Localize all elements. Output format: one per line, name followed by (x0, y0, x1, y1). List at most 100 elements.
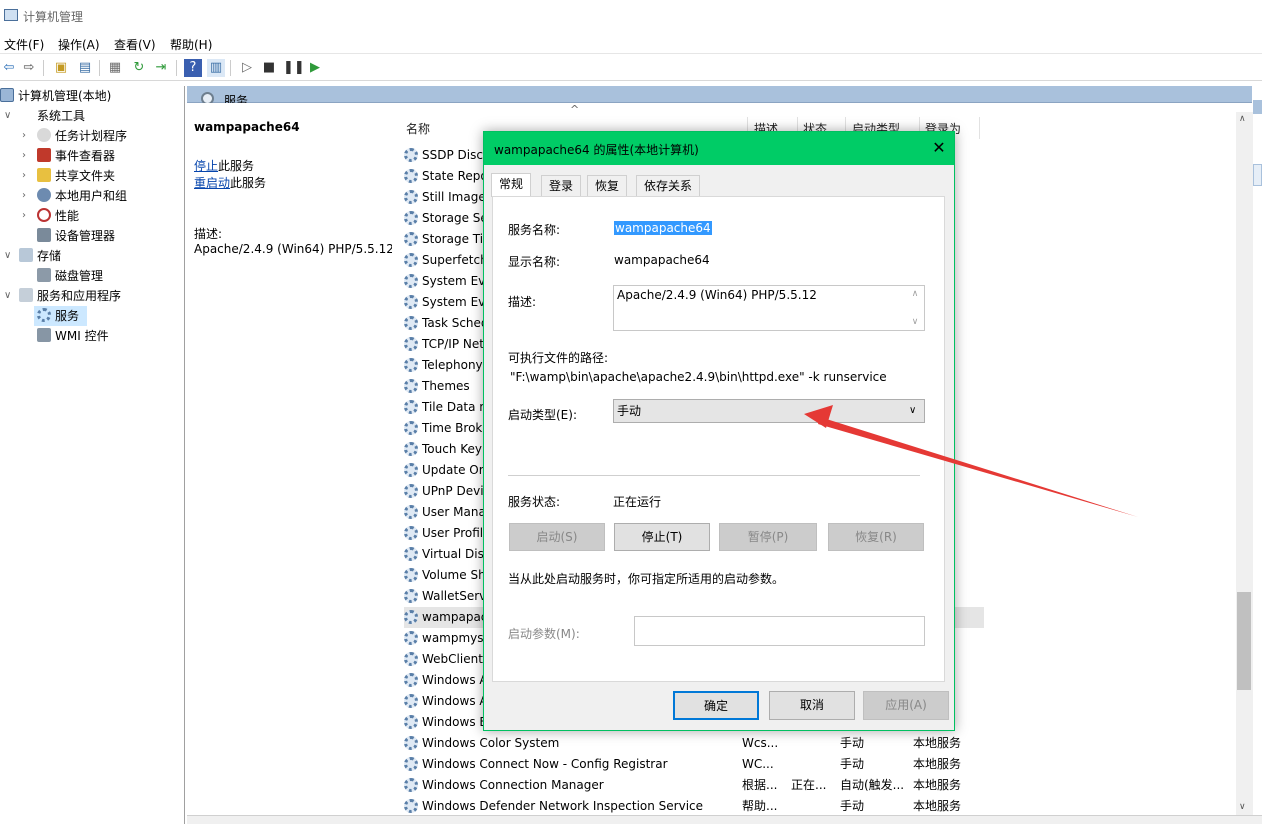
service-name: Volume Sh (422, 568, 486, 582)
service-name: State Repo (422, 169, 488, 183)
service-name: Tile Data m (422, 400, 491, 414)
table-row[interactable]: Windows Connection Manager 根据... 正在... 自动(触… (404, 775, 984, 796)
description-label: 描述: (508, 295, 537, 309)
tree-item-disk-management[interactable]: 磁盘管理 (0, 266, 103, 286)
scroll-up-icon[interactable]: ∧ (1239, 114, 1246, 124)
gear-icon (404, 778, 418, 792)
startup-type-select[interactable]: 手动 ∨ (613, 399, 925, 423)
service-name: Time Brok (422, 421, 483, 435)
tab-logon[interactable]: 登录 (541, 175, 582, 197)
stop-service-link[interactable]: 停止 (194, 159, 218, 173)
tree-item-performance[interactable]: › 性能 (0, 206, 79, 226)
start-params-input[interactable] (634, 616, 925, 646)
hint-text: 当从此处启动服务时，你可指定所适用的启动参数。 (508, 572, 785, 586)
table-row[interactable]: Windows Color System Wcs... 手动 本地服务 (404, 733, 984, 754)
tree-item-services-apps[interactable]: ∨ 服务和应用程序 (0, 286, 121, 306)
tree-item-shared-folders[interactable]: › 共享文件夹 (0, 166, 115, 186)
collapse-arrow-icon[interactable]: › (22, 206, 32, 226)
display-name-value[interactable]: wampapache64 (614, 253, 710, 267)
stop-button[interactable]: 停止(T) (614, 523, 710, 551)
service-name: Telephony (422, 358, 483, 372)
expand-arrow-icon[interactable]: ∨ (4, 246, 14, 266)
refresh-icon[interactable]: ↻ (130, 59, 148, 77)
path-value[interactable]: "F:\wamp\bin\apache\apache2.4.9\bin\http… (510, 370, 887, 384)
description-text: Apache/2.4.9 (Win64) PHP/5.5.12 (194, 242, 394, 256)
restart-service-icon[interactable]: ▶ (306, 59, 324, 77)
description-box[interactable]: Apache/2.4.9 (Win64) PHP/5.5.12 ∧ ∨ (613, 285, 925, 331)
tree-item-event-viewer[interactable]: › 事件查看器 (0, 146, 115, 166)
gear-icon (404, 652, 418, 666)
service-name: WalletServ (422, 589, 487, 603)
tab-dependencies[interactable]: 依存关系 (636, 175, 701, 197)
collapse-arrow-icon[interactable]: › (22, 166, 32, 186)
tree-item-task-scheduler[interactable]: › 任务计划程序 (0, 126, 127, 146)
expand-arrow-icon[interactable]: ∨ (4, 286, 14, 306)
action-pane-icon[interactable]: ▥ (207, 59, 225, 77)
service-name: TCP/IP Net (422, 337, 484, 351)
service-name-value[interactable]: wampapache64 (614, 221, 712, 235)
gear-icon (404, 358, 418, 372)
gear-icon (404, 211, 418, 225)
pause-service-icon[interactable]: ❚❚ (283, 59, 305, 77)
service-desc: 根据... (742, 778, 778, 792)
help-icon[interactable]: ? (184, 59, 202, 77)
menu-action[interactable]: 操作(A) (58, 36, 100, 53)
tree-item-device-manager[interactable]: 设备管理器 (0, 226, 115, 246)
close-icon[interactable]: ✕ (929, 138, 949, 158)
sort-arrow-icon: ^ (570, 103, 580, 116)
tree-item-wmi[interactable]: WMI 控件 (0, 326, 109, 346)
service-name: Windows Connection Manager (422, 778, 604, 792)
forward-icon[interactable]: ⇨ (20, 59, 38, 77)
service-name: Storage Ti (422, 232, 484, 246)
tab-general[interactable]: 常规 (491, 173, 532, 197)
tab-recovery[interactable]: 恢复 (587, 175, 628, 197)
tree-item-system-tools[interactable]: ∨ 系统工具 (0, 106, 85, 126)
apply-button[interactable]: 应用(A) (863, 691, 949, 720)
pause-button[interactable]: 暂停(P) (719, 523, 817, 551)
description-label: 描述: (194, 227, 223, 241)
gear-icon (404, 715, 418, 729)
tree-root[interactable]: 计算机管理(本地) (0, 86, 111, 106)
show-hide-tree-icon[interactable]: ▤ (76, 59, 94, 77)
table-row[interactable]: Windows Connect Now - Config Registrar WC… (404, 754, 984, 775)
menu-file[interactable]: 文件(F) (4, 36, 44, 53)
gear-icon (404, 736, 418, 750)
service-name: Still Image (422, 190, 486, 204)
menu-help[interactable]: 帮助(H) (170, 36, 212, 53)
wmi-icon (37, 328, 51, 342)
up-folder-icon[interactable]: ▣ (52, 59, 70, 77)
export-list-icon[interactable]: ⇥ (152, 59, 170, 77)
scrollbar-thumb[interactable] (1237, 592, 1251, 690)
stop-service-icon[interactable]: ■ (260, 59, 278, 77)
collapse-arrow-icon[interactable]: › (22, 186, 32, 206)
description-scrollbar[interactable]: ∧ ∨ (908, 287, 922, 329)
menu-bar: 文件(F) 操作(A) 查看(V) 帮助(H) (0, 32, 1262, 54)
gear-icon (404, 148, 418, 162)
back-icon[interactable]: ⇦ (0, 59, 18, 77)
service-name: Virtual Dis (422, 547, 484, 561)
tree-item-storage[interactable]: ∨ 存储 (0, 246, 61, 266)
start-button[interactable]: 启动(S) (509, 523, 605, 551)
collapse-arrow-icon[interactable]: › (22, 146, 32, 166)
table-row[interactable]: Windows Defender Network Inspection Serv… (404, 796, 984, 817)
tree-item-local-users[interactable]: › 本地用户和组 (0, 186, 127, 206)
resume-button[interactable]: 恢复(R) (828, 523, 924, 551)
computer-icon (0, 88, 14, 102)
start-service-icon[interactable]: ▷ (238, 59, 256, 77)
properties-icon[interactable]: ▦ (106, 59, 124, 77)
service-name: wampmysc (422, 631, 491, 645)
cancel-button[interactable]: 取消 (769, 691, 855, 720)
restart-service-link[interactable]: 重启动 (194, 176, 230, 190)
tree-item-services[interactable]: 服务 (0, 306, 79, 326)
expand-arrow-icon[interactable]: ∨ (4, 106, 14, 126)
column-name[interactable]: 名称 (406, 120, 430, 137)
dialog-title: wampapache64 的属性(本地计算机) (494, 143, 699, 157)
collapse-arrow-icon[interactable]: › (22, 126, 32, 146)
selected-service-title: wampapache64 (194, 120, 300, 134)
service-startup: 手动 (840, 736, 865, 750)
menu-view[interactable]: 查看(V) (114, 36, 156, 53)
vertical-scrollbar[interactable]: ∧ ∨ (1236, 112, 1253, 818)
ok-button[interactable]: 确定 (673, 691, 759, 720)
gear-icon (404, 253, 418, 267)
scroll-down-icon[interactable]: ∨ (1239, 802, 1246, 812)
